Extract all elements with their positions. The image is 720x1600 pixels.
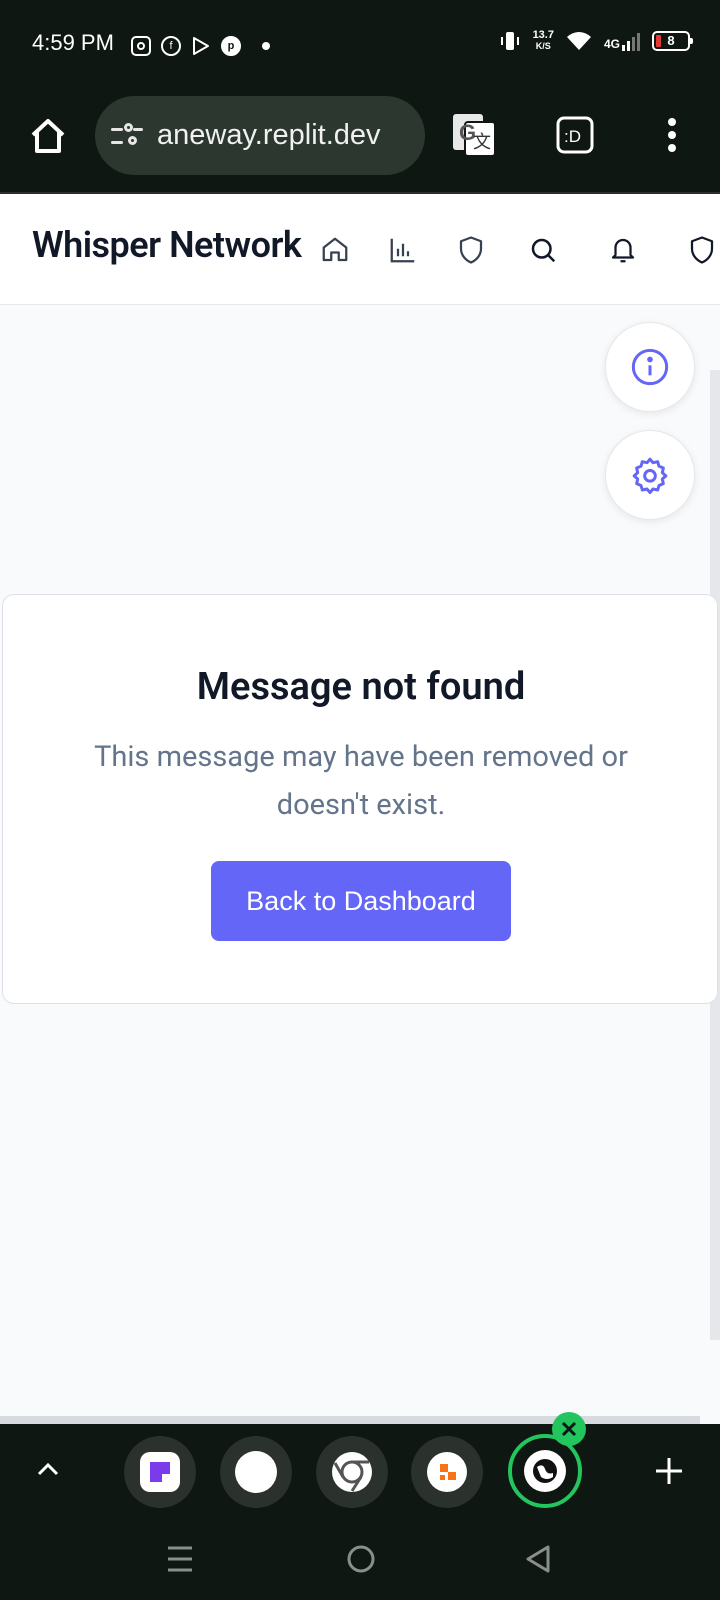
- pinterest-icon: p: [221, 36, 241, 56]
- settings-button[interactable]: [605, 430, 695, 520]
- tab-app-2[interactable]: [220, 1436, 292, 1508]
- shield-icon[interactable]: [686, 234, 718, 266]
- chart-icon[interactable]: [387, 234, 419, 266]
- card-description: This message may have been removed or do…: [94, 740, 628, 822]
- system-nav-bar: [0, 1520, 720, 1600]
- blank-page-icon: [235, 1451, 277, 1493]
- app-icon: [427, 1452, 467, 1492]
- play-store-icon: [191, 36, 211, 56]
- app-icon: [140, 1452, 180, 1492]
- back-to-dashboard-button[interactable]: Back to Dashboard: [211, 861, 511, 941]
- tab-app-3[interactable]: [316, 1436, 388, 1508]
- settings-icon: [632, 457, 668, 494]
- plus-icon[interactable]: [654, 1456, 684, 1486]
- battery-icon: 8: [652, 31, 693, 51]
- data-rate: 13.7 K/S: [532, 29, 554, 52]
- bell-icon[interactable]: [607, 234, 639, 266]
- tab-app-1[interactable]: [124, 1436, 196, 1508]
- home-button-icon[interactable]: [346, 1544, 376, 1574]
- home-icon[interactable]: [319, 234, 351, 266]
- browser-toolbar: aneway.replit.dev G文 :D: [0, 96, 720, 194]
- tab-app-4[interactable]: [411, 1436, 483, 1508]
- notification-icons: f p: [131, 36, 241, 56]
- app-title[interactable]: Whisper Network: [32, 224, 302, 266]
- info-icon: [631, 348, 669, 386]
- signal-icon: 4G: [604, 31, 640, 51]
- url-bar[interactable]: aneway.replit.dev: [95, 96, 425, 175]
- extension-icon[interactable]: :D: [556, 116, 594, 154]
- back-icon[interactable]: [524, 1544, 554, 1574]
- svg-text::D: :D: [564, 127, 581, 146]
- more-menu-icon[interactable]: [660, 114, 684, 156]
- translate-icon[interactable]: G文: [451, 112, 497, 158]
- site-settings-icon[interactable]: [111, 122, 143, 150]
- more-notifications-dot: [262, 42, 270, 50]
- recents-icon[interactable]: [166, 1544, 194, 1574]
- tab-strip: [0, 1412, 720, 1520]
- wifi-icon: [566, 30, 592, 52]
- status-bar: 4:59 PM f p 13.7 K/S 4G 8: [0, 0, 720, 96]
- instagram-icon: [131, 36, 151, 56]
- globe-icon: [524, 1450, 566, 1492]
- vibrate-icon: [499, 30, 521, 52]
- card-title: Message not found: [196, 665, 526, 709]
- url-text[interactable]: aneway.replit.dev: [157, 119, 381, 152]
- svg-text:文: 文: [473, 132, 491, 152]
- system-status-icons: 13.7 K/S 4G 8: [499, 29, 693, 52]
- chrome-icon: [332, 1452, 372, 1492]
- facebook-icon: f: [161, 36, 181, 56]
- status-time: 4:59 PM: [32, 30, 114, 55]
- info-button[interactable]: [605, 322, 695, 412]
- divider: [0, 1416, 700, 1424]
- search-icon[interactable]: [527, 234, 559, 266]
- message-not-found-card: Message not found This message may have …: [2, 594, 718, 1004]
- app-header: Whisper Network: [0, 194, 720, 305]
- shield-icon[interactable]: [455, 234, 487, 266]
- close-tab-icon[interactable]: [552, 1412, 586, 1446]
- chevron-up-icon[interactable]: [34, 1456, 62, 1484]
- home-icon[interactable]: [26, 114, 70, 158]
